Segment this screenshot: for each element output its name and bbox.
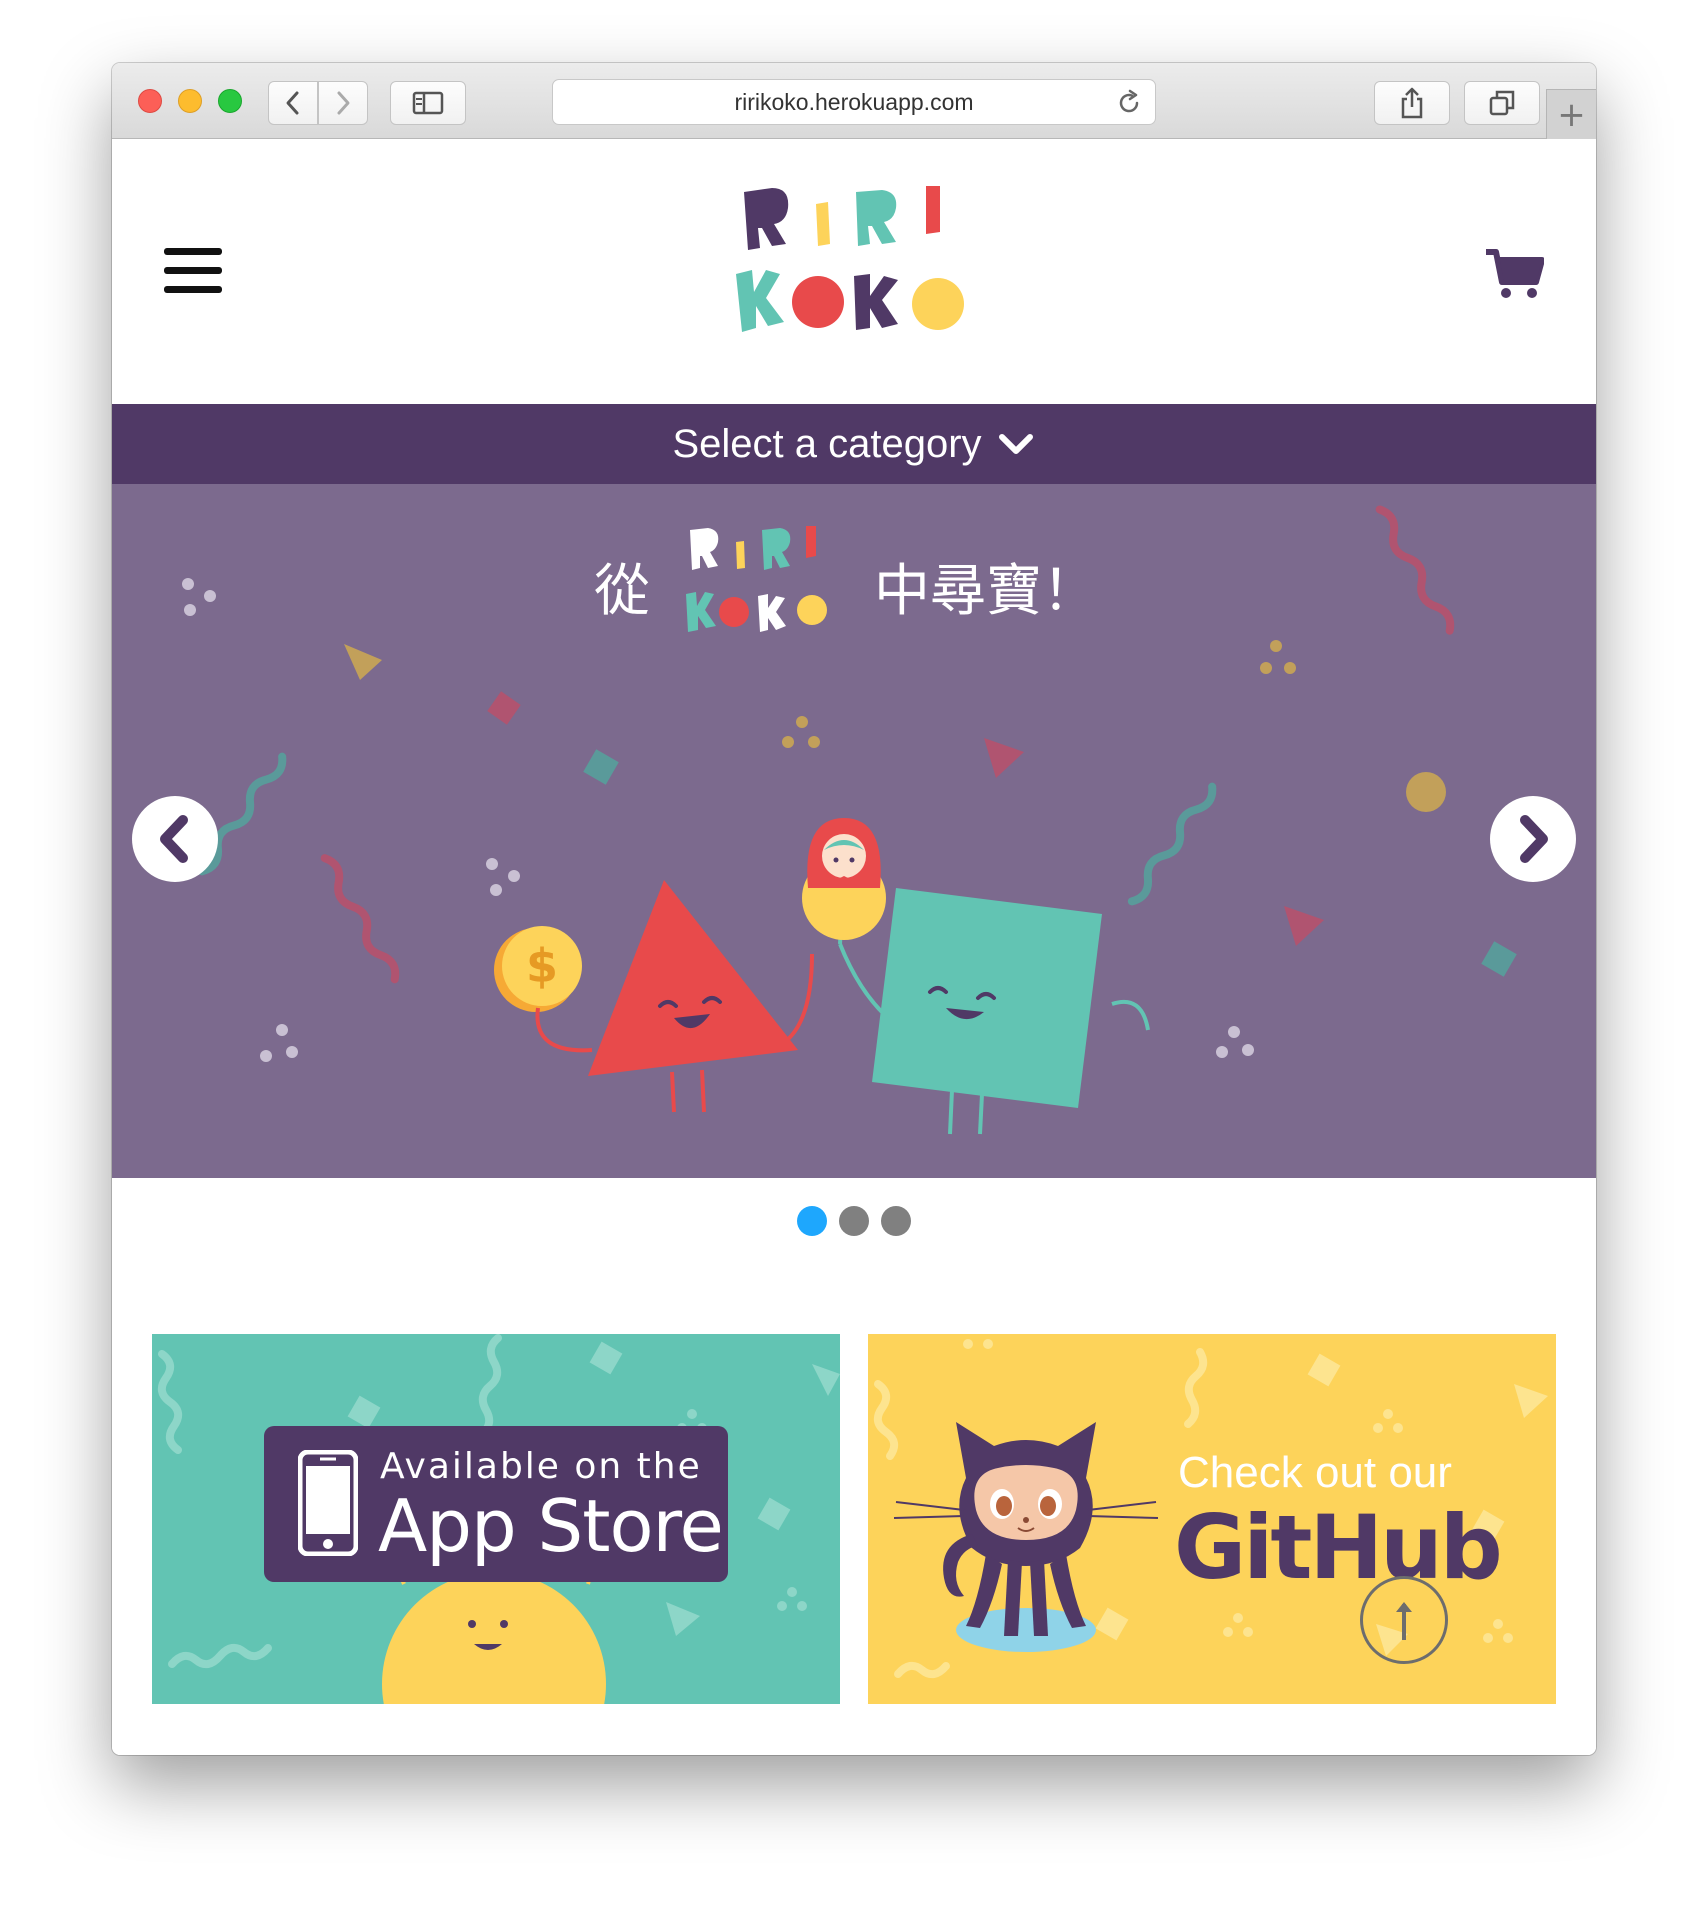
hero-headline-before: 從 — [594, 559, 650, 624]
browser-toolbar: ririkoko.herokuapp.com + — [112, 63, 1596, 139]
menu-bar-icon — [164, 286, 222, 293]
carousel-dot-3[interactable] — [881, 1206, 911, 1236]
reload-icon[interactable] — [1115, 89, 1143, 117]
github-line1: Check out our — [1178, 1448, 1452, 1497]
arrow-up-icon — [1396, 1602, 1412, 1640]
carousel-dot-2[interactable] — [839, 1206, 869, 1236]
carousel-indicators — [112, 1206, 1596, 1236]
hero-carousel: $ 從 中尋寶！ — [112, 484, 1596, 1178]
phone-icon — [298, 1450, 358, 1556]
scroll-to-top-button[interactable] — [1360, 1576, 1448, 1664]
sidebar-toggle-button[interactable] — [390, 81, 466, 125]
address-bar[interactable]: ririkoko.herokuapp.com — [552, 79, 1156, 125]
browser-window: ririkoko.herokuapp.com + Select a catego… — [112, 63, 1596, 1755]
menu-bar-icon — [164, 267, 222, 274]
github-line2: GitHub — [1174, 1496, 1503, 1599]
carousel-dot-1[interactable] — [797, 1206, 827, 1236]
tabs-overview-button[interactable] — [1464, 81, 1540, 125]
category-selector-label: Select a category — [672, 421, 982, 466]
carousel-prev-button[interactable] — [132, 796, 218, 882]
menu-button[interactable] — [164, 248, 222, 298]
back-button[interactable] — [268, 81, 318, 125]
chevron-left-icon — [286, 91, 299, 115]
share-button[interactable] — [1374, 81, 1450, 125]
ririkoko-logo[interactable] — [732, 178, 976, 338]
app-store-badge[interactable]: Available on the App Store — [264, 1426, 728, 1582]
new-tab-button[interactable]: + — [1546, 89, 1596, 139]
app-store-banner[interactable]: Available on the App Store — [152, 1334, 840, 1704]
forward-button[interactable] — [318, 81, 368, 125]
tabs-icon — [1489, 90, 1515, 116]
minimize-window-button[interactable] — [178, 89, 202, 113]
chevron-right-icon — [1520, 815, 1548, 863]
close-window-button[interactable] — [138, 89, 162, 113]
svg-text:$: $ — [526, 939, 558, 993]
hero-logo — [686, 526, 827, 632]
chevron-down-icon — [998, 434, 1033, 454]
hero-headline-after: 中尋寶！ — [874, 559, 1098, 624]
url-text: ririkoko.herokuapp.com — [734, 88, 974, 115]
sidebar-icon — [412, 91, 444, 115]
app-store-line2: App Store — [378, 1484, 724, 1568]
menu-bar-icon — [164, 248, 222, 255]
carousel-next-button[interactable] — [1490, 796, 1576, 882]
chevron-right-icon — [337, 91, 350, 115]
shopping-cart-icon[interactable] — [1484, 248, 1544, 300]
share-icon — [1401, 87, 1423, 119]
hero-illustration: $ — [182, 505, 1517, 1135]
site-header — [112, 140, 1596, 404]
chevron-left-icon — [160, 815, 188, 863]
app-store-line1: Available on the — [380, 1446, 702, 1487]
github-banner[interactable]: Check out our GitHub — [868, 1334, 1556, 1704]
maximize-window-button[interactable] — [218, 89, 242, 113]
page-content: Select a category $ 從 中尋寶！ Available on … — [112, 140, 1596, 1755]
category-selector[interactable]: Select a category — [112, 404, 1596, 484]
